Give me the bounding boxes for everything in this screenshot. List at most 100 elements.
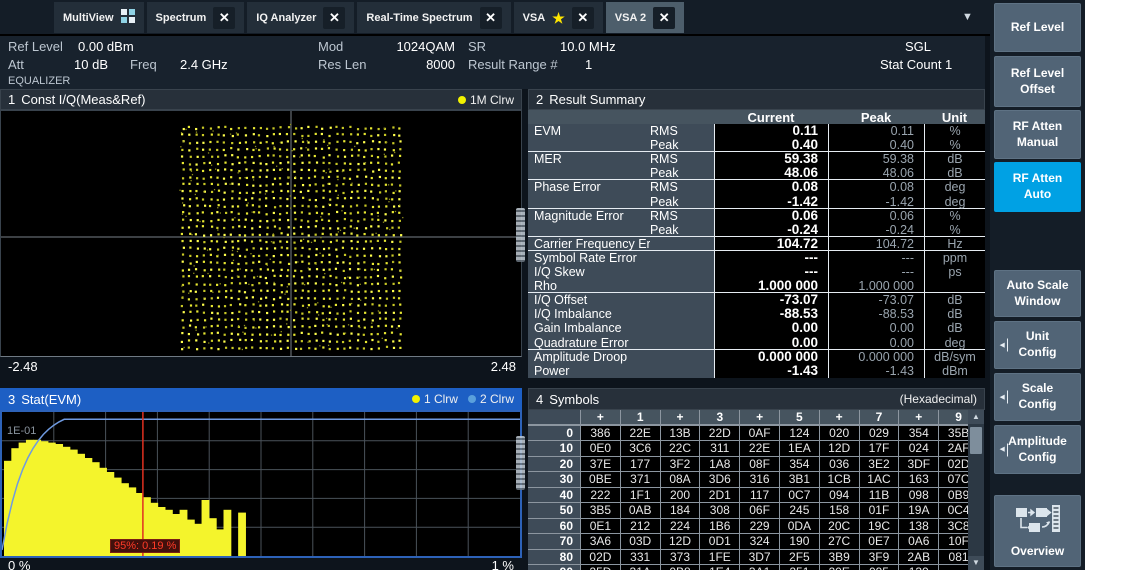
equalizer-label: EQUALIZER: [8, 75, 70, 87]
hex-symbol-cell: 308: [700, 503, 739, 518]
evm-histogram-plot[interactable]: 1E-01 95%: 0.19 %: [0, 410, 522, 558]
hex-symbol-cell: 124: [780, 426, 819, 441]
tab-vsa-2[interactable]: VSA 2✕: [606, 2, 684, 33]
hex-symbol-cell: 095: [860, 565, 899, 570]
sr-label: SR: [468, 39, 486, 54]
close-icon[interactable]: ✕: [653, 7, 675, 29]
softkey-label: Config: [1019, 397, 1057, 413]
hex-symbol-cell: 200: [661, 488, 700, 503]
row-label: Magnitude Error: [528, 209, 650, 223]
hex-symbol-cell: 1EA: [780, 441, 819, 456]
peak-value: 0.11: [828, 124, 924, 138]
current-value: 0.11: [714, 124, 828, 138]
softkey-label: Scale: [1022, 381, 1053, 397]
hex-row-address: 50: [528, 503, 580, 518]
row-sublabel: RMS: [650, 124, 714, 138]
softkey-label: Overview: [1011, 544, 1064, 560]
hex-symbol-cell: 158: [820, 503, 859, 518]
hex-symbol-cell: 331: [621, 550, 660, 565]
scroll-up-icon[interactable]: ▲: [968, 410, 984, 424]
window2-title: Result Summary: [549, 92, 645, 107]
freq-value[interactable]: 2.4 GHz: [180, 57, 228, 72]
row-sublabel: [650, 265, 714, 279]
row-sublabel: [650, 279, 714, 293]
unit-value: deg: [924, 180, 985, 194]
window4-symbols: 4 Symbols (Hexadecimal) +1+3+5+7+9038622…: [528, 388, 985, 570]
softkey-ref-level-offset[interactable]: Ref LevelOffset: [994, 56, 1081, 107]
row-sublabel: RMS: [650, 180, 714, 194]
hex-symbol-cell: 19C: [860, 519, 899, 534]
softkey-scale-config[interactable]: ◂ScaleConfig: [994, 373, 1081, 421]
mod-value[interactable]: 1024QAM: [380, 39, 455, 54]
window3-stat-evm-header[interactable]: 3 Stat(EVM) 1 Clrw2 Clrw: [0, 388, 522, 410]
hex-symbol-cell: 177: [621, 457, 660, 472]
hex-column-header: +: [820, 410, 859, 424]
unit-value: Hz: [924, 237, 985, 251]
tab-vsa[interactable]: VSA★✕: [514, 2, 603, 33]
window1-const-iq-header[interactable]: 1 Const I/Q(Meas&Ref) 1M Clrw: [0, 89, 522, 110]
close-icon[interactable]: ✕: [572, 7, 594, 29]
sr-value[interactable]: 10.0 MHz: [560, 39, 616, 54]
constellation-plot[interactable]: [0, 110, 522, 357]
current-value: 0.00: [714, 336, 828, 350]
res-len-value[interactable]: 8000: [380, 57, 455, 72]
softkey-ref-level[interactable]: Ref Level: [994, 3, 1081, 52]
tab-spectrum[interactable]: Spectrum✕: [147, 2, 245, 33]
hex-symbol-cell: 13B: [661, 426, 700, 441]
tab-multiview[interactable]: MultiView: [54, 2, 144, 33]
hex-symbol-cell: 31A: [621, 565, 660, 570]
peak-value: ---: [828, 265, 924, 279]
softkey-rf-atten-auto[interactable]: RF AttenAuto: [994, 162, 1081, 212]
constellation-x-axis: -2.48 2.48: [0, 357, 522, 386]
row-sublabel: [650, 364, 714, 378]
peak-value: -1.42: [828, 195, 924, 209]
tab-real-time-spectrum[interactable]: Real-Time Spectrum✕: [357, 2, 510, 33]
scrollbar-thumb[interactable]: [970, 427, 982, 454]
tab-overflow-chevron-down-icon[interactable]: ▼: [962, 11, 973, 23]
hex-symbol-cell: 0BE: [581, 472, 620, 487]
softkey-auto-scale-window[interactable]: Auto ScaleWindow: [994, 270, 1081, 317]
mod-label: Mod: [318, 39, 343, 54]
triangle-left-icon: ◂: [1000, 444, 1005, 456]
tab-iq-analyzer[interactable]: IQ Analyzer✕: [247, 2, 354, 33]
trace-color-dot: [458, 96, 466, 104]
pane-splitter-handle[interactable]: [516, 436, 525, 490]
close-icon[interactable]: ✕: [323, 7, 345, 29]
att-value[interactable]: 10 dB: [60, 57, 108, 72]
sweep-mode-sgl[interactable]: SGL: [905, 39, 931, 54]
result-range-value[interactable]: 1: [585, 57, 592, 72]
softkey-label: Auto: [1024, 187, 1051, 203]
softkey-rf-atten-manual[interactable]: RF AttenManual: [994, 110, 1081, 159]
window2-result-summary-header[interactable]: 2 Result Summary: [528, 89, 985, 110]
close-icon[interactable]: ✕: [480, 7, 502, 29]
hex-symbol-cell: 0AF: [740, 426, 779, 441]
hex-symbol-cell: 27C: [820, 534, 859, 549]
close-icon[interactable]: ✕: [213, 7, 235, 29]
softkey-unit-config[interactable]: ◂UnitConfig: [994, 321, 1081, 369]
row-label: I/Q Imbalance: [528, 307, 650, 321]
window4-symbols-header[interactable]: 4 Symbols (Hexadecimal): [528, 388, 985, 410]
hex-symbol-cell: 245: [780, 503, 819, 518]
row-sublabel: Peak: [650, 195, 714, 209]
symbols-scrollbar[interactable]: ▲ ▼: [968, 410, 984, 570]
scroll-down-icon[interactable]: ▼: [968, 556, 984, 570]
softkey-amplitude-config[interactable]: ◂AmplitudeConfig: [994, 425, 1081, 474]
hex-symbol-cell: 22C: [661, 441, 700, 456]
row-sublabel: [650, 251, 714, 265]
row-sublabel: RMS: [650, 209, 714, 223]
row-label: [528, 166, 650, 180]
softkey-overview[interactable]: Overview: [994, 495, 1081, 567]
hex-symbol-cell: 1F1: [621, 488, 660, 503]
ref-level-value[interactable]: 0.00 dBm: [78, 39, 134, 54]
unit-value: dB: [924, 307, 985, 321]
row-sublabel: Peak: [650, 166, 714, 180]
hex-symbol-cell: 11B: [860, 488, 899, 503]
hex-symbol-cell: 12D: [661, 534, 700, 549]
peak-value: ---: [828, 251, 924, 265]
hex-symbol-cell: 2D1: [700, 488, 739, 503]
x-axis-min-label: 0 %: [8, 558, 30, 570]
hex-symbol-cell: 324: [740, 534, 779, 549]
pane-splitter-handle[interactable]: [516, 208, 525, 262]
window3-trace-legend: 1 Clrw2 Clrw: [412, 392, 514, 406]
unit-value: ppm: [924, 251, 985, 265]
